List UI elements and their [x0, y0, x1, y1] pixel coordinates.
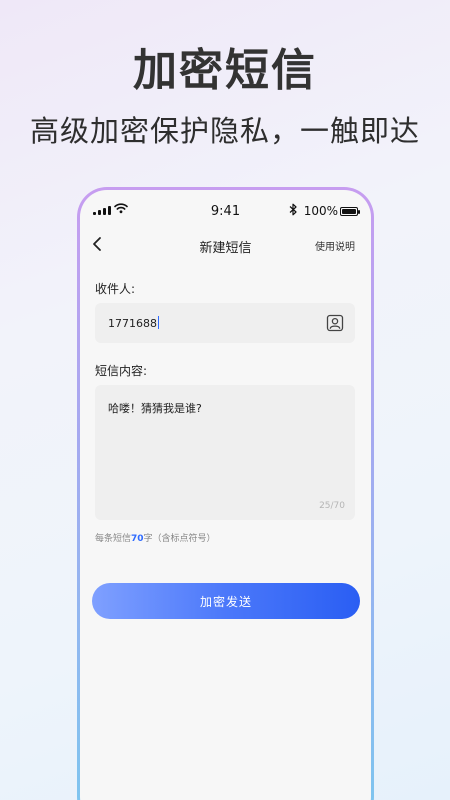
hero-subtitle: 高级加密保护隐私，一触即达 — [29, 114, 420, 148]
recipient-value-wrap: 1771688 — [108, 316, 159, 330]
nav-bar: 新建短信 使用说明 — [80, 234, 371, 258]
phone-screen: 9:41 100% 新建短信 使用说明 收件人: 1771688 短信内容: 哈… — [80, 190, 371, 800]
recipient-input[interactable]: 1771688 — [95, 303, 355, 343]
content-label: 短信内容: — [95, 364, 148, 378]
hint-prefix: 每条短信 — [95, 534, 132, 544]
bluetooth-icon — [289, 203, 297, 220]
recipient-label: 收件人: — [95, 282, 136, 296]
length-hint: 每条短信70字（含标点符号） — [95, 531, 216, 544]
message-textarea[interactable]: 哈喽！猜猜我是谁? 25/70 — [95, 385, 355, 520]
battery-percent: 100% — [303, 204, 338, 218]
phone-frame: 9:41 100% 新建短信 使用说明 收件人: 1771688 短信内容: 哈… — [77, 187, 374, 800]
message-text: 哈喽！猜猜我是谁? — [108, 402, 202, 415]
help-link[interactable]: 使用说明 — [315, 238, 355, 253]
battery-icon — [340, 207, 360, 216]
status-bar: 9:41 100% — [80, 202, 371, 222]
text-cursor — [158, 316, 159, 329]
hint-suffix: 字（含标点符号） — [143, 534, 216, 544]
hint-number: 70 — [131, 534, 144, 544]
recipient-value: 1771688 — [108, 317, 157, 330]
char-counter: 25/70 — [319, 501, 345, 511]
hero-title: 加密短信 — [133, 45, 317, 96]
contacts-icon[interactable] — [326, 314, 344, 336]
encrypt-send-button[interactable]: 加密发送 — [92, 583, 360, 619]
